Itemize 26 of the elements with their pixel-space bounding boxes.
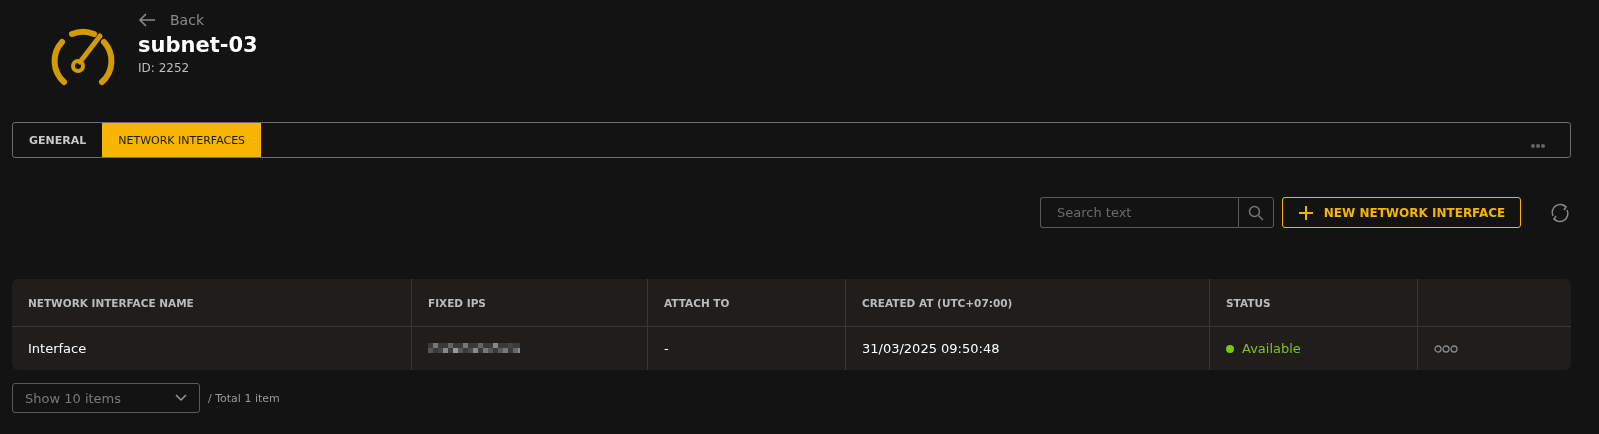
- table-cell: Interface: [12, 327, 412, 370]
- more-icon[interactable]: [1530, 143, 1546, 149]
- column-header: NETWORK INTERFACE NAME: [12, 279, 412, 327]
- total-count: / Total 1 item: [208, 391, 280, 405]
- table-cell: 31/03/2025 09:50:48: [846, 327, 1210, 370]
- plus-icon: [1297, 204, 1314, 221]
- search-field[interactable]: Search text: [1040, 197, 1238, 228]
- search-icon: [1248, 204, 1264, 221]
- refresh-icon[interactable]: [1549, 201, 1571, 224]
- back-link[interactable]: Back: [138, 12, 204, 28]
- tab[interactable]: NETWORK INTERFACES: [102, 123, 262, 157]
- search-button[interactable]: [1238, 197, 1274, 228]
- id-label: ID: 2252: [138, 61, 191, 75]
- column-header: CREATED AT (UTC+07:00): [846, 279, 1210, 327]
- column-header: FIXED IPS: [412, 279, 648, 327]
- column-header: STATUS: [1210, 279, 1418, 327]
- chevron-down-icon: [175, 394, 187, 402]
- more-icon[interactable]: [1434, 345, 1458, 353]
- status-text: Available: [1242, 341, 1301, 356]
- arrow-left-icon: [138, 13, 156, 27]
- column-header: ATTACH TO: [648, 279, 846, 327]
- new-interface-button[interactable]: NEW NETWORK INTERFACE: [1282, 197, 1521, 228]
- page-size-select[interactable]: Show 10 items: [12, 383, 200, 413]
- tab[interactable]: GENERAL: [13, 123, 103, 157]
- page-title: subnet-03: [138, 33, 258, 57]
- table-cell: -: [648, 327, 846, 370]
